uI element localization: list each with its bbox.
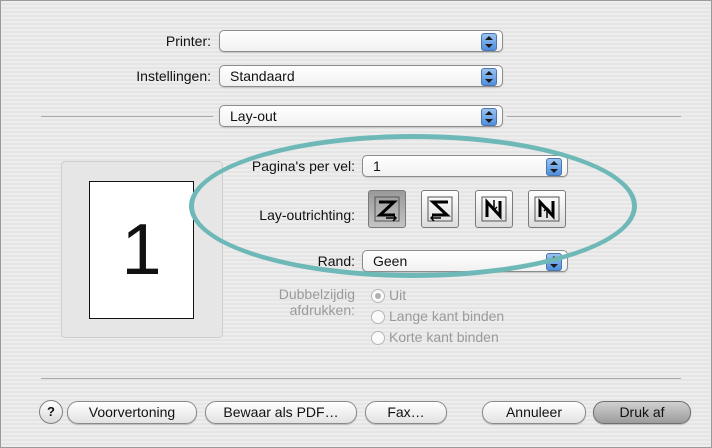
duplex-long-edge-radio[interactable] — [371, 310, 385, 324]
preview-button[interactable]: Voorvertoning — [67, 401, 197, 424]
layout-s-button[interactable] — [421, 190, 459, 228]
pages-per-sheet-label: Pagina's per vel: — [251, 158, 355, 174]
layout-direction-label: Lay-outrichting: — [259, 207, 355, 223]
separator-left — [41, 116, 213, 117]
s-right-left-icon — [427, 196, 453, 222]
popup-arrows-icon — [546, 253, 562, 271]
printer-label: Printer: — [165, 33, 211, 49]
separator-right — [507, 116, 681, 117]
popup-arrows-icon — [481, 68, 497, 86]
layout-n-down-button[interactable] — [475, 190, 513, 228]
separator-bottom — [41, 378, 681, 379]
border-value: Geen — [373, 253, 408, 269]
settings-popup[interactable]: Standaard — [219, 65, 503, 87]
border-popup[interactable]: Geen — [362, 250, 568, 272]
cancel-button[interactable]: Annuleer — [482, 401, 586, 424]
help-button[interactable]: ? — [39, 400, 63, 424]
print-dialog: Printer: Instellingen: Standaard Lay-out… — [0, 0, 712, 448]
duplex-short-edge-label: Korte kant binden — [389, 329, 499, 345]
panel-popup[interactable]: Lay-out — [219, 105, 503, 127]
border-label: Rand: — [317, 253, 355, 269]
print-button[interactable]: Druk af — [593, 401, 691, 424]
fax-button[interactable]: Fax… — [365, 401, 447, 424]
n-bottom-top-icon — [534, 196, 560, 222]
preview-page-number: 1 — [121, 210, 162, 290]
pages-per-sheet-popup[interactable]: 1 — [362, 155, 568, 177]
pages-per-sheet-value: 1 — [373, 158, 381, 174]
duplex-short-edge-radio[interactable] — [371, 331, 385, 345]
preview-page: 1 — [89, 181, 194, 319]
printer-popup[interactable] — [219, 30, 503, 52]
popup-arrows-icon — [481, 33, 497, 51]
settings-label: Instellingen: — [136, 68, 211, 84]
duplex-label-line2: afdrukken: — [289, 302, 355, 318]
duplex-off-label: Uit — [389, 287, 407, 303]
layout-n-up-button[interactable] — [528, 190, 566, 228]
save-as-pdf-button[interactable]: Bewaar als PDF… — [205, 401, 357, 424]
popup-arrows-icon — [481, 108, 497, 126]
settings-value: Standaard — [230, 68, 295, 84]
duplex-off-radio[interactable] — [371, 289, 385, 303]
n-top-bottom-icon — [481, 196, 507, 222]
z-left-right-icon — [374, 196, 400, 222]
duplex-long-edge-label: Lange kant binden — [389, 308, 505, 324]
duplex-label-line1: Dubbelzijdig — [278, 286, 355, 302]
layout-z-button[interactable] — [368, 190, 406, 228]
popup-arrows-icon — [546, 158, 562, 176]
panel-value: Lay-out — [230, 108, 277, 124]
